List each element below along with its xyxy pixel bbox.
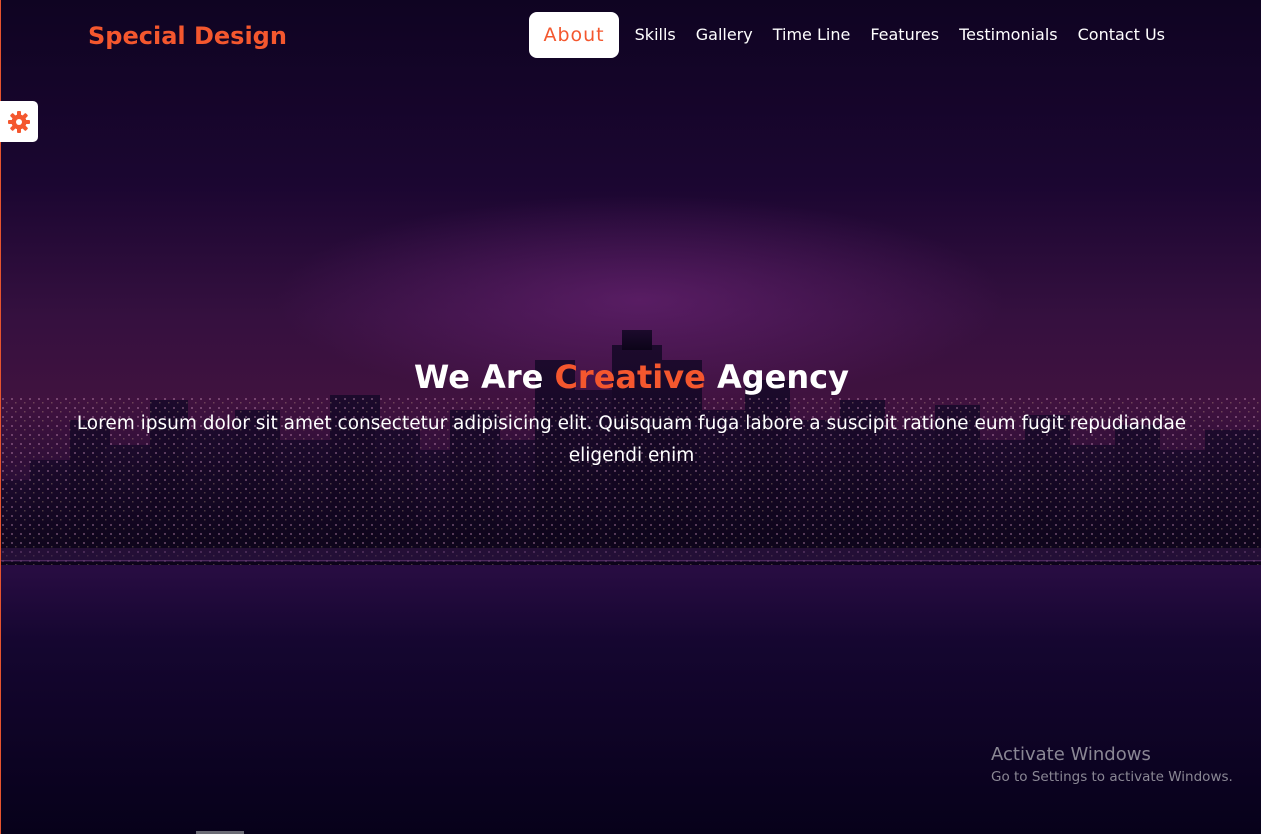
windows-activation-watermark: Activate Windows Go to Settings to activ… (991, 743, 1233, 787)
settings-toggle-button[interactable] (0, 101, 38, 142)
site-header: Special Design About Skills Gallery Time… (0, 0, 1261, 76)
gear-icon (8, 110, 30, 133)
nav-link-timeline[interactable]: Time Line (763, 12, 861, 58)
hero-title-accent: Creative (554, 358, 706, 396)
nav-link-features[interactable]: Features (860, 12, 949, 58)
main-nav: About Skills Gallery Time Line Features … (529, 12, 1175, 58)
landing-page: Special Design About Skills Gallery Time… (0, 0, 1261, 834)
nav-link-contact[interactable]: Contact Us (1068, 12, 1175, 58)
nav-link-about[interactable]: About (529, 12, 619, 58)
nav-link-testimonials[interactable]: Testimonials (949, 12, 1068, 58)
nav-link-gallery[interactable]: Gallery (686, 12, 763, 58)
hero-title-end: Agency (705, 358, 849, 396)
hero-title-start: We Are (414, 358, 555, 396)
watermark-subtitle: Go to Settings to activate Windows. (991, 769, 1233, 785)
hero-title: We Are Creative Agency (60, 352, 1203, 402)
hero-description: Lorem ipsum dolor sit amet consectetur a… (76, 413, 1187, 466)
brand-logo[interactable]: Special Design (88, 22, 287, 50)
hero-section: We Are Creative Agency Lorem ipsum dolor… (60, 352, 1203, 472)
nav-link-skills[interactable]: Skills (625, 12, 686, 58)
watermark-title: Activate Windows (991, 744, 1151, 765)
